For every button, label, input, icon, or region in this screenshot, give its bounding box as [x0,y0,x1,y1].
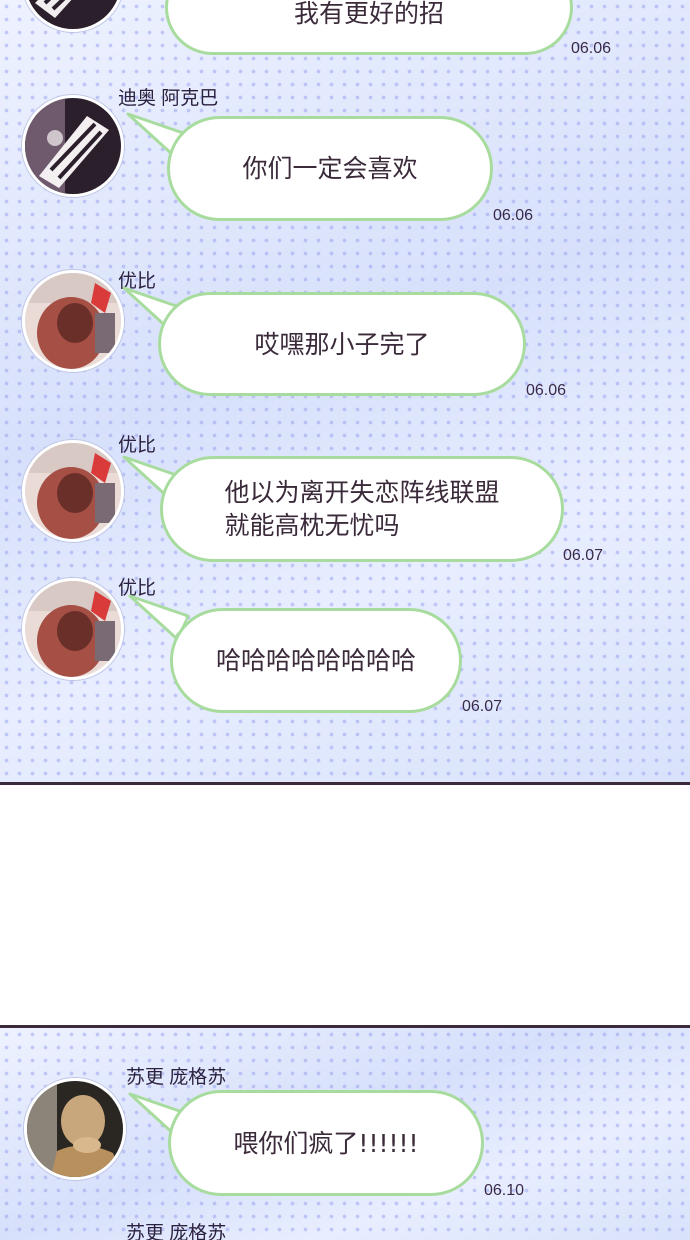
sender-avatar[interactable] [22,0,124,32]
sender-avatar[interactable] [22,578,124,680]
message-time: 06.06 [493,207,534,224]
message-time: 06.06 [526,382,567,399]
sender-avatar[interactable] [22,95,124,197]
photo-avatar-dark-icon [27,1081,123,1177]
sneaker-avatar-icon [25,0,121,29]
sender-avatar[interactable] [22,270,124,372]
message-time: 06.06 [571,40,612,57]
sender-name: 迪奥 阿克巴 [118,88,219,109]
message-time: 06.07 [462,698,503,715]
sender-avatar[interactable] [22,440,124,542]
message-bubble: 喂你们疯了!!!!!! [168,1090,484,1196]
message-text: 我有更好的招 [293,0,444,28]
photo-avatar-red-icon [25,273,121,369]
chat-panel-bottom: 苏更 庞格苏 喂你们疯了!!!!!! 06.10 苏更 庞格苏 [0,1028,690,1240]
message-text: 你们一定会喜欢 [242,154,418,183]
chat-panel-top: 我有更好的招 06.06 迪奥 阿克巴 你们一定会喜欢 06.06 优比 哎嘿那… [0,0,690,782]
message-time: 06.07 [563,547,604,564]
panel-gap [0,785,690,1025]
message-bubble: 你们一定会喜欢 [167,116,493,221]
message-text: 哈哈哈哈哈哈哈哈 [215,646,416,675]
sender-avatar[interactable] [24,1078,126,1180]
message-text: 他以为离开失恋阵线联盟 就能高枕无忧吗 [224,478,500,540]
message-text: 哎嘿那小子完了 [254,329,430,359]
sender-name: 苏更 庞格苏 [126,1067,227,1088]
photo-avatar-red-icon [25,581,121,677]
message-bubble: 哈哈哈哈哈哈哈哈 [170,608,462,713]
sneaker-avatar-icon [25,98,121,194]
message-bubble: 哎嘿那小子完了 [158,292,526,396]
message-bubble: 他以为离开失恋阵线联盟 就能高枕无忧吗 [160,456,564,562]
message-time: 06.10 [484,1182,525,1199]
photo-avatar-red-icon [25,443,121,539]
message-text: 喂你们疯了!!!!!! [233,1128,419,1158]
sender-name: 优比 [118,435,157,456]
sender-name: 苏更 庞格苏 [126,1223,227,1240]
